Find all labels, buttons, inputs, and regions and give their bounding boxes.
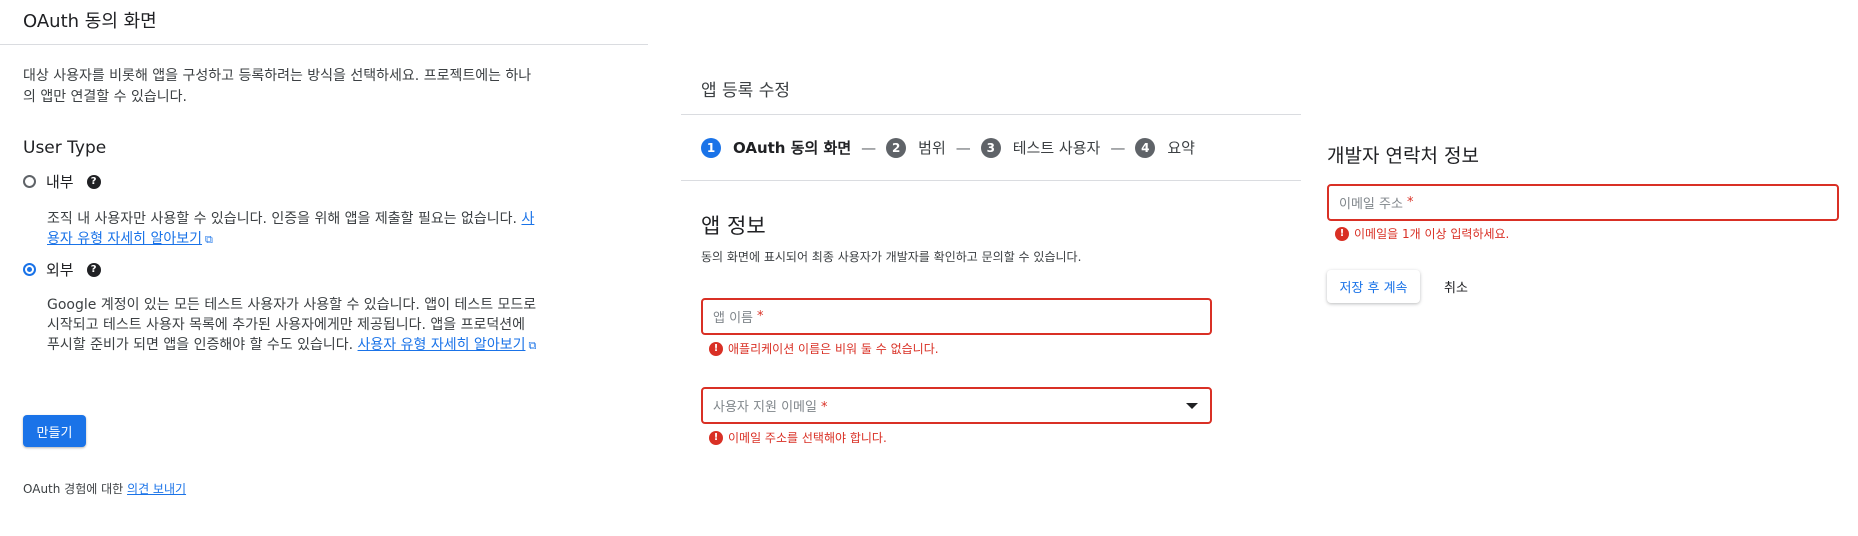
developer-email-error-text: 이메일을 1개 이상 입력하세요. (1354, 227, 1510, 241)
radio-internal[interactable]: 내부 ? (23, 171, 101, 192)
developer-email-error: ! 이메일을 1개 이상 입력하세요. (1335, 225, 1509, 242)
error-icon: ! (709, 430, 723, 445)
app-name-placeholder: 앱 이름 (713, 311, 754, 326)
developer-email-input[interactable]: 이메일 주소 * (1327, 184, 1839, 221)
external-description: Google 계정이 있는 모든 테스트 사용자가 사용할 수 있습니다. 앱이… (47, 295, 537, 356)
radio-external[interactable]: 외부 ? (23, 259, 101, 280)
step-2-label[interactable]: 범위 (918, 137, 946, 158)
radio-external-button[interactable] (23, 263, 36, 276)
stepper: 1 OAuth 동의 화면 — 2 범위 — 3 테스트 사용자 — 4 요약 (701, 137, 1195, 158)
developer-contact-heading: 개발자 연락처 정보 (1327, 145, 1479, 167)
external-link-icon: ⧉ (528, 339, 537, 352)
help-icon[interactable]: ? (86, 174, 101, 189)
user-type-heading: User Type (23, 138, 107, 158)
step-separator: — (955, 138, 971, 157)
error-icon: ! (1335, 226, 1349, 241)
app-name-input[interactable]: 앱 이름 * (701, 298, 1212, 335)
cancel-button[interactable]: 취소 (1444, 270, 1468, 303)
internal-description: 조직 내 사용자만 사용할 수 있습니다. 인증을 위해 앱을 제출할 필요는 … (47, 209, 537, 250)
app-name-error: ! 애플리케이션 이름은 비워 둘 수 없습니다. (709, 340, 939, 357)
divider (0, 44, 648, 45)
step-1-label[interactable]: OAuth 동의 화면 (733, 137, 851, 158)
step-4-label[interactable]: 요약 (1167, 137, 1195, 158)
dropdown-arrow-icon[interactable] (1186, 402, 1198, 409)
help-icon[interactable]: ? (86, 262, 101, 277)
feedback-line: OAuth 경험에 대한 의견 보내기 (23, 480, 186, 497)
divider (681, 114, 1301, 115)
external-link-icon: ⧉ (205, 233, 213, 246)
page-description: 대상 사용자를 비롯해 앱을 구성하고 등록하려는 방식을 선택하세요. 프로젝… (23, 68, 532, 105)
feedback-link[interactable]: 의견 보내기 (127, 482, 186, 496)
support-email-select[interactable]: 사용자 지원 이메일 * (701, 387, 1212, 424)
edit-app-registration-title: 앱 등록 수정 (701, 81, 791, 101)
step-3-label[interactable]: 테스트 사용자 (1013, 137, 1101, 158)
radio-internal-label: 내부 (46, 173, 74, 191)
external-learn-more-link[interactable]: 사용자 유형 자세히 알아보기 (358, 337, 526, 353)
support-email-error-text: 이메일 주소를 선택해야 합니다. (728, 431, 887, 445)
error-icon: ! (709, 341, 723, 356)
step-2-number: 2 (886, 137, 907, 158)
radio-external-label: 외부 (46, 261, 74, 279)
required-mark: * (1406, 195, 1414, 210)
step-separator: — (861, 138, 877, 157)
step-4-number: 4 (1135, 137, 1156, 158)
step-3-number: 3 (980, 137, 1001, 158)
developer-email-placeholder: 이메일 주소 (1339, 197, 1403, 212)
required-mark: * (757, 309, 764, 324)
app-name-error-text: 애플리케이션 이름은 비워 둘 수 없습니다. (728, 342, 939, 356)
support-email-label: 사용자 지원 이메일 (713, 400, 817, 415)
step-separator: — (1110, 138, 1126, 157)
required-mark: * (820, 400, 828, 415)
internal-description-text: 조직 내 사용자만 사용할 수 있습니다. 인증을 위해 앱을 제출할 필요는 … (47, 211, 518, 227)
support-email-placeholder: 사용자 지원 이메일 * (713, 396, 827, 415)
page-title: OAuth 동의 화면 (23, 11, 157, 32)
divider (681, 180, 1301, 181)
feedback-prefix: OAuth 경험에 대한 (23, 482, 124, 496)
support-email-error: ! 이메일 주소를 선택해야 합니다. (709, 429, 887, 446)
radio-internal-button[interactable] (23, 175, 36, 188)
save-and-continue-button[interactable]: 저장 후 계속 (1327, 270, 1420, 303)
create-button[interactable]: 만들기 (23, 415, 86, 447)
step-1-number: 1 (701, 137, 721, 158)
app-info-heading: 앱 정보 (701, 214, 766, 238)
app-info-description: 동의 화면에 표시되어 최종 사용자가 개발자를 확인하고 문의할 수 있습니다… (701, 250, 1082, 264)
